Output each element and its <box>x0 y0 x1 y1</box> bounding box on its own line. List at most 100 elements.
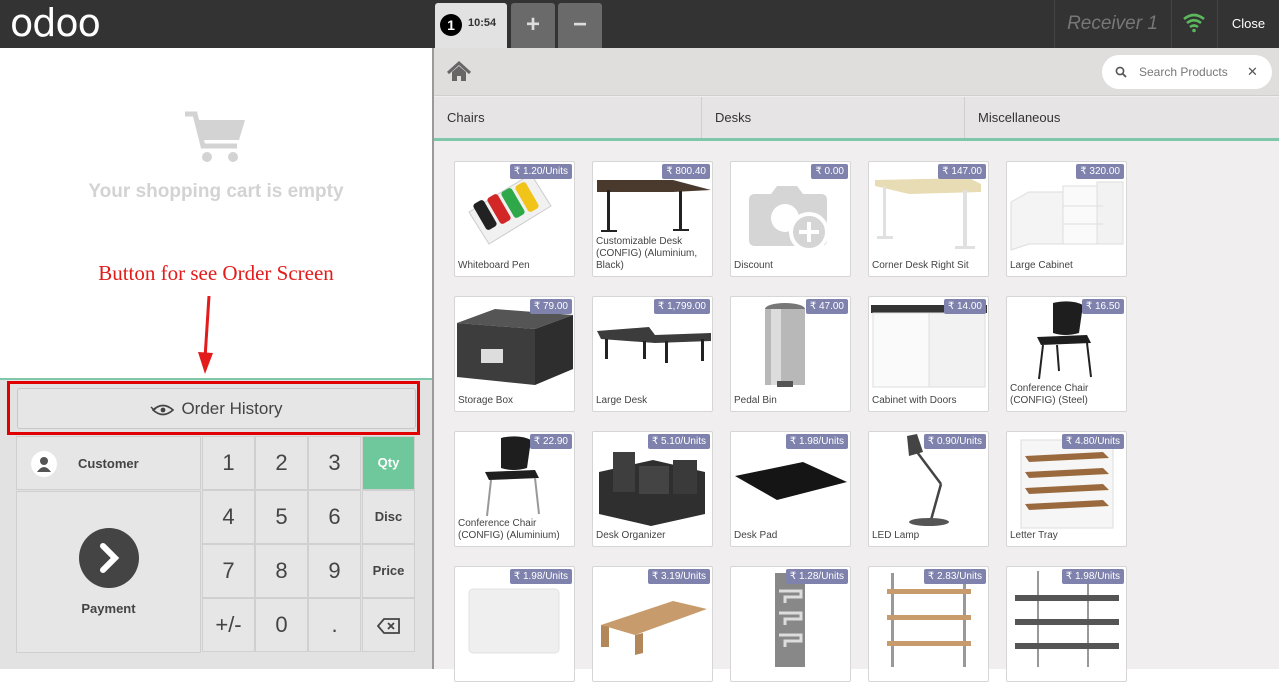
product-card[interactable]: ₹ 0.00 Discount <box>730 161 851 277</box>
odoo-logo: odoo <box>10 1 101 45</box>
product-card[interactable]: ₹ 47.00 Pedal Bin <box>730 296 851 412</box>
customer-label: Customer <box>78 456 139 471</box>
empty-cart-message: Your shopping cart is empty <box>88 181 344 202</box>
product-screen: Search Products ✕ Chairs Desks Miscellan… <box>432 48 1279 682</box>
category-desks[interactable]: Desks <box>702 97 965 138</box>
annotation-arrow-icon <box>195 295 219 381</box>
product-name: Large Cabinet <box>1010 260 1073 271</box>
product-name: Conference Chair (CONFIG) (Steel) <box>1010 383 1089 406</box>
product-card[interactable]: ₹ 0.90/Units LED Lamp <box>868 431 989 547</box>
shopping-cart-icon <box>183 110 249 171</box>
order-history-button[interactable]: Order History <box>17 388 416 429</box>
price-tag: ₹ 22.90 <box>529 434 572 449</box>
price-tag: ₹ 1,799.00 <box>653 299 710 314</box>
product-name: Conference Chair (CONFIG) (Aluminium) <box>458 518 560 541</box>
payment-button[interactable]: Payment <box>16 491 201 653</box>
numpad-backspace-button[interactable] <box>362 598 415 652</box>
product-name: Desk Organizer <box>596 530 666 541</box>
product-name: Storage Box <box>458 395 514 406</box>
product-card[interactable]: ₹ 5.10/Units Desk Organizer <box>592 431 713 547</box>
price-tag: ₹ 2.83/Units <box>923 569 986 584</box>
product-card[interactable]: ₹ 2.83/Units <box>868 566 989 682</box>
price-tag: ₹ 0.90/Units <box>923 434 986 449</box>
product-name: Whiteboard Pen <box>458 260 530 271</box>
numpad-key-0[interactable]: 0 <box>255 598 308 652</box>
product-card[interactable]: ₹ 14.00 Cabinet with Doors <box>868 296 989 412</box>
product-card[interactable]: ₹ 1,799.00 Large Desk <box>592 296 713 412</box>
clear-search-icon[interactable]: ✕ <box>1247 64 1258 80</box>
product-name: Desk Pad <box>734 530 778 541</box>
product-card[interactable]: ₹ 3.19/Units <box>592 566 713 682</box>
product-card[interactable]: ₹ 1.98/Units <box>1006 566 1127 682</box>
payment-label: Payment <box>81 601 136 616</box>
search-box[interactable]: Search Products ✕ <box>1102 55 1272 89</box>
product-card[interactable]: ₹ 16.50 Conference Chair (CONFIG) (Steel… <box>1006 296 1127 412</box>
user-icon <box>31 451 57 477</box>
price-tag: ₹ 1.28/Units <box>785 569 848 584</box>
price-tag: ₹ 320.00 <box>1076 164 1124 179</box>
wifi-icon <box>1172 0 1217 48</box>
product-name: LED Lamp <box>872 530 920 541</box>
numpad-key-3[interactable]: 3 <box>308 436 361 490</box>
close-button[interactable]: Close <box>1218 0 1279 48</box>
price-tag: ₹ 79.00 <box>529 299 572 314</box>
price-tag: ₹ 1.98/Units <box>785 434 848 449</box>
customer-button[interactable]: Customer <box>16 436 201 490</box>
price-tag: ₹ 3.19/Units <box>647 569 710 584</box>
search-input[interactable]: Search Products <box>1139 65 1228 79</box>
mode-price-button[interactable]: Price <box>362 544 415 598</box>
category-chairs[interactable]: Chairs <box>434 97 702 138</box>
numpad-key-decimal[interactable]: . <box>308 598 361 652</box>
mode-qty-button[interactable]: Qty <box>362 436 415 490</box>
price-tag: ₹ 14.00 <box>943 299 986 314</box>
order-tab[interactable]: 1 10:54 <box>435 3 507 48</box>
numpad-key-5[interactable]: 5 <box>255 490 308 544</box>
numpad-key-8[interactable]: 8 <box>255 544 308 598</box>
product-name: Corner Desk Right Sit <box>872 260 969 271</box>
add-order-button[interactable]: + <box>511 3 555 48</box>
product-card[interactable]: ₹ 1.20/Units Whiteboard Pen <box>454 161 575 277</box>
price-tag: ₹ 1.20/Units <box>509 164 572 179</box>
price-tag: ₹ 5.10/Units <box>647 434 710 449</box>
price-tag: ₹ 1.98/Units <box>1061 569 1124 584</box>
product-card[interactable]: ₹ 147.00 Corner Desk Right Sit <box>868 161 989 277</box>
numpad-key-sign[interactable]: +/- <box>202 598 255 652</box>
order-time: 10:54 <box>468 17 497 29</box>
history-icon <box>150 404 175 415</box>
product-control-bar: Search Products ✕ <box>434 48 1279 96</box>
product-card[interactable]: ₹ 800.40 Customizable Desk (CONFIG) (Alu… <box>592 161 713 277</box>
numpad-key-1[interactable]: 1 <box>202 436 255 490</box>
numpad-key-9[interactable]: 9 <box>308 544 361 598</box>
numpad-key-6[interactable]: 6 <box>308 490 361 544</box>
mode-disc-button[interactable]: Disc <box>362 490 415 544</box>
order-number-badge: 1 <box>440 14 462 36</box>
top-bar: odoo 1 10:54 + − Receiver 1 Close <box>0 0 1279 48</box>
price-tag: ₹ 0.00 <box>811 164 848 179</box>
numpad-key-2[interactable]: 2 <box>255 436 308 490</box>
product-card[interactable]: ₹ 22.90 Conference Chair (CONFIG) (Alumi… <box>454 431 575 547</box>
product-card[interactable]: ₹ 1.28/Units <box>730 566 851 682</box>
product-card[interactable]: ₹ 1.98/Units Desk Pad <box>730 431 851 547</box>
numpad-key-4[interactable]: 4 <box>202 490 255 544</box>
product-name: Cabinet with Doors <box>872 395 957 406</box>
price-tag: ₹ 1.98/Units <box>509 569 572 584</box>
category-miscellaneous[interactable]: Miscellaneous <box>965 97 1279 138</box>
search-icon <box>1115 66 1127 78</box>
remove-order-button[interactable]: − <box>558 3 602 48</box>
product-card[interactable]: ₹ 320.00 Large Cabinet <box>1006 161 1127 277</box>
product-card[interactable]: ₹ 79.00 Storage Box <box>454 296 575 412</box>
price-tag: ₹ 800.40 <box>662 164 710 179</box>
annotation-text: Button for see Order Screen <box>98 261 334 285</box>
product-card[interactable]: ₹ 4.80/Units Letter Tray <box>1006 431 1127 547</box>
price-tag: ₹ 4.80/Units <box>1061 434 1124 449</box>
product-card[interactable]: ₹ 1.98/Units <box>454 566 575 682</box>
order-pane: Your shopping cart is empty Button for s… <box>0 48 432 669</box>
backspace-icon <box>376 618 400 635</box>
product-name: Customizable Desk (CONFIG) (Aluminium, B… <box>596 236 698 271</box>
price-tag: ₹ 47.00 <box>805 299 848 314</box>
product-name: Large Desk <box>596 395 648 406</box>
numpad-key-7[interactable]: 7 <box>202 544 255 598</box>
receiver-label: Receiver 1 <box>1067 13 1158 34</box>
home-category-button[interactable] <box>434 48 484 96</box>
order-history-label: Order History <box>181 399 283 418</box>
